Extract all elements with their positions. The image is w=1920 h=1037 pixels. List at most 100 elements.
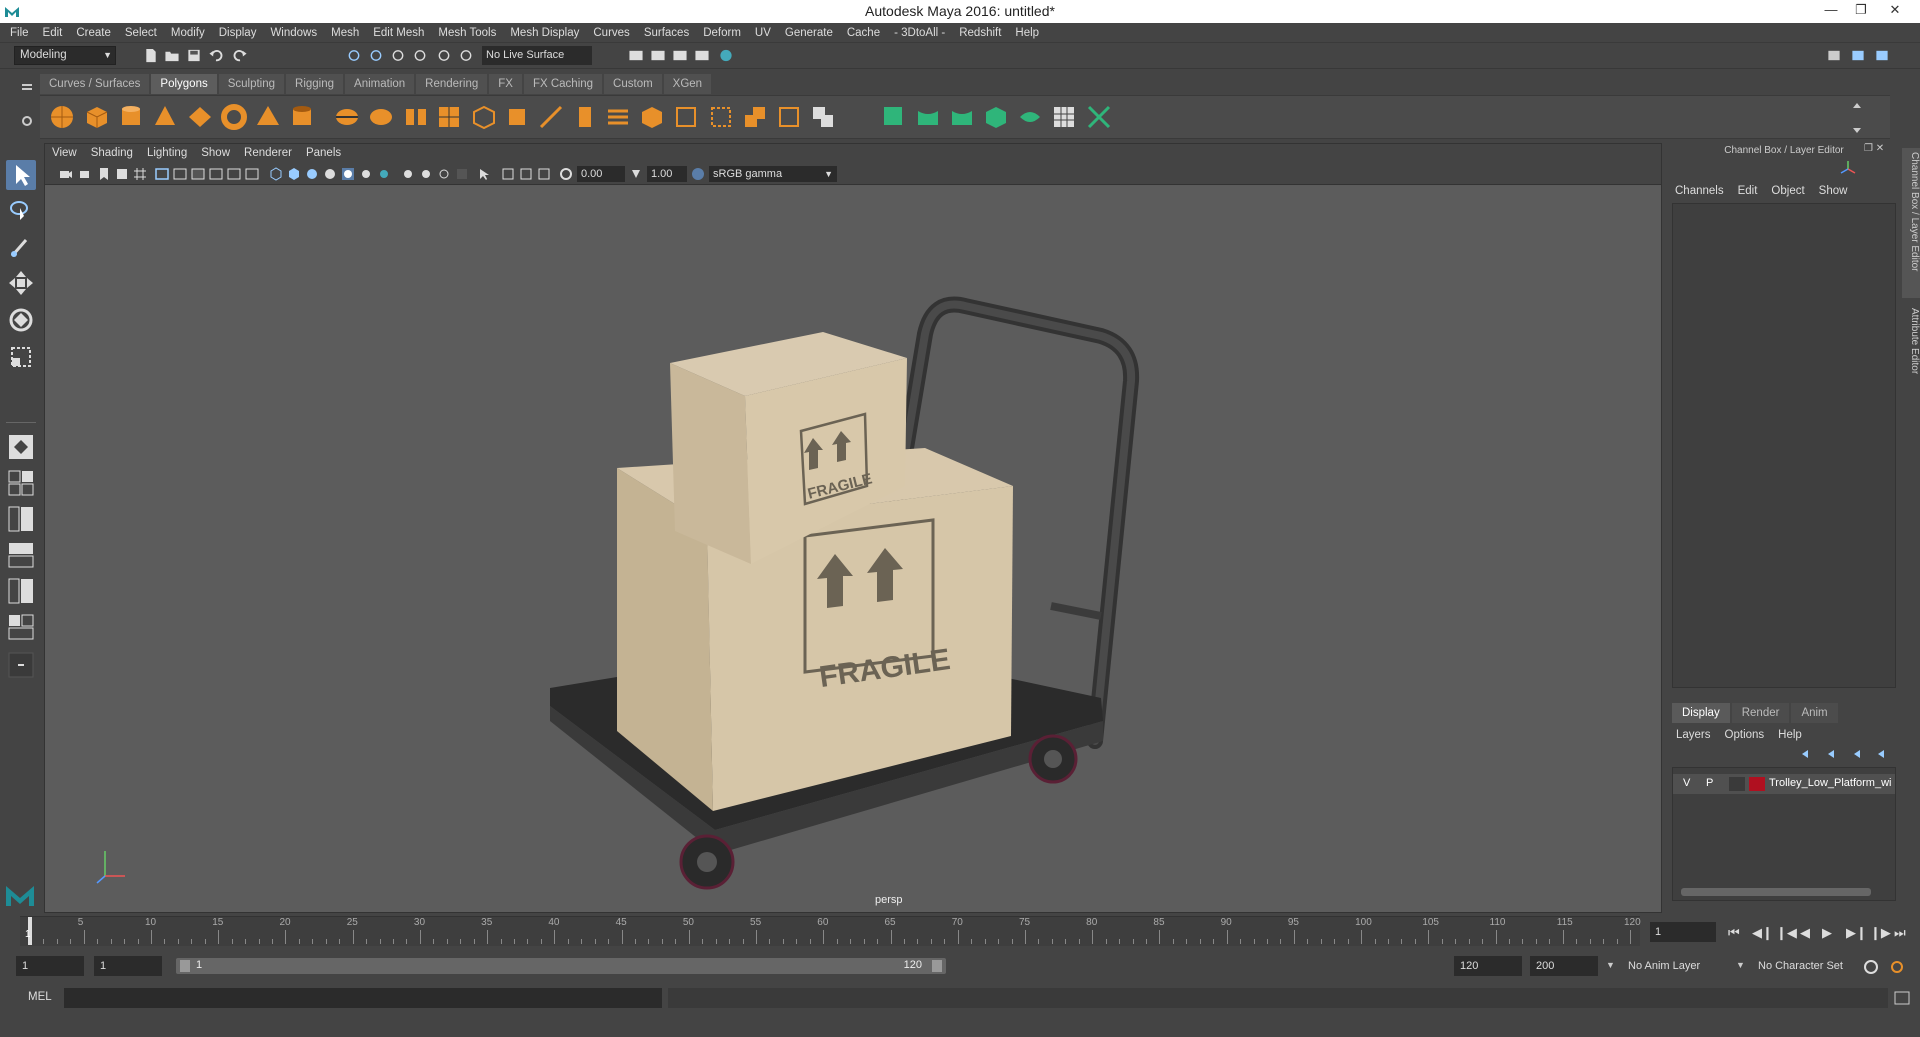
channel-box-area[interactable] <box>1672 203 1896 688</box>
grid-toggle-icon[interactable] <box>133 167 147 181</box>
uv-layout-icon[interactable] <box>1085 103 1113 131</box>
range-start-handle[interactable] <box>180 960 190 972</box>
poly-plane-icon[interactable] <box>186 103 214 131</box>
tab-anim[interactable]: Anim <box>1791 703 1838 723</box>
menu-mesh-tools[interactable]: Mesh Tools <box>431 23 503 43</box>
cb-menu-object[interactable]: Object <box>1764 183 1811 199</box>
menu-generate[interactable]: Generate <box>778 23 840 43</box>
extrude-icon[interactable] <box>503 103 531 131</box>
perspective-viewport[interactable]: FRAGILE FRAGILE persp <box>45 186 1661 912</box>
single-perspective-layout[interactable] <box>6 432 36 462</box>
shadows-icon[interactable] <box>359 167 373 181</box>
play-backward-icon[interactable]: ◀ <box>1800 925 1810 941</box>
vp-menu-lighting[interactable]: Lighting <box>140 144 194 163</box>
le-menu-options[interactable]: Options <box>1725 727 1779 743</box>
redo-icon[interactable] <box>232 48 248 63</box>
lasso-tool[interactable] <box>6 196 36 226</box>
playback-end-field[interactable]: 120 <box>1454 956 1522 976</box>
tab-rigging[interactable]: Rigging <box>286 74 344 94</box>
wireframe-on-shaded-icon[interactable] <box>305 167 319 181</box>
step-forward-icon[interactable]: ❙▶ <box>1870 925 1891 941</box>
shelf-scroll-icon[interactable] <box>1852 100 1862 136</box>
render-view-icon[interactable] <box>628 48 644 63</box>
tab-fx[interactable]: FX <box>489 74 522 94</box>
step-back-icon[interactable]: ◀❙ <box>1752 925 1773 941</box>
tab-display[interactable]: Display <box>1672 703 1730 723</box>
smooth-icon[interactable] <box>435 103 463 131</box>
menu-deform[interactable]: Deform <box>696 23 748 43</box>
poly-pipe-icon[interactable] <box>288 103 316 131</box>
menu-windows[interactable]: Windows <box>263 23 324 43</box>
minimize-icon[interactable]: — <box>1816 0 1846 20</box>
gamma-icon[interactable] <box>629 167 643 181</box>
attribute-editor-side-tab[interactable]: Attribute Editor <box>1902 304 1920 400</box>
auto-key-icon[interactable] <box>1862 958 1880 976</box>
new-scene-icon[interactable] <box>143 48 159 63</box>
menu-edit[interactable]: Edit <box>36 23 70 43</box>
open-scene-icon[interactable] <box>164 48 180 63</box>
save-scene-icon[interactable] <box>186 48 202 63</box>
range-end-handle[interactable] <box>932 960 942 972</box>
playback-start-field[interactable]: 1 <box>94 956 162 976</box>
undo-icon[interactable] <box>208 48 224 63</box>
select-component-icon[interactable] <box>390 48 406 63</box>
persp-outliner-layout[interactable] <box>6 504 36 534</box>
poly-cone-icon[interactable] <box>151 103 179 131</box>
xray-joints-icon[interactable] <box>501 167 515 181</box>
render-settings-icon[interactable] <box>694 48 710 63</box>
boolean-icon[interactable] <box>809 103 837 131</box>
menu-display[interactable]: Display <box>212 23 264 43</box>
select-tool[interactable] <box>6 160 36 190</box>
hypershade-icon[interactable] <box>718 48 734 63</box>
le-menu-layers[interactable]: Layers <box>1676 727 1725 743</box>
backface-culling-icon[interactable] <box>537 167 551 181</box>
cb-menu-channels[interactable]: Channels <box>1668 183 1731 199</box>
target-weld-icon[interactable] <box>707 103 735 131</box>
vp-menu-renderer[interactable]: Renderer <box>237 144 299 163</box>
menu-curves[interactable]: Curves <box>586 23 636 43</box>
bridge-icon[interactable] <box>604 103 632 131</box>
tab-rendering[interactable]: Rendering <box>416 74 488 94</box>
select-object-icon[interactable] <box>368 48 384 63</box>
step-forward-key-icon[interactable]: ▶❙ <box>1846 925 1867 941</box>
color-management-icon[interactable] <box>691 167 705 181</box>
gate-mask-icon[interactable] <box>191 167 205 181</box>
ipr-render-icon[interactable] <box>672 48 688 63</box>
screen-space-ao-icon[interactable] <box>377 167 391 181</box>
shelf-menu-icon[interactable] <box>20 80 34 94</box>
scale-tool[interactable] <box>6 342 36 372</box>
layer-scrollbar[interactable] <box>1681 888 1871 896</box>
unfold-uv-icon[interactable] <box>1016 103 1044 131</box>
outliner-toggle-icon[interactable] <box>1850 48 1866 63</box>
tab-xgen[interactable]: XGen <box>663 74 712 94</box>
layer-name[interactable]: Trolley_Low_Platform_wi <box>1769 777 1895 789</box>
custom-layout[interactable] <box>6 650 36 680</box>
menu-uv[interactable]: UV <box>748 23 778 43</box>
automatic-map-icon[interactable] <box>982 103 1010 131</box>
mirror-icon[interactable] <box>402 103 430 131</box>
channel-box-toggle-icon[interactable] <box>1874 48 1890 63</box>
le-menu-help[interactable]: Help <box>1778 727 1816 743</box>
command-input[interactable] <box>64 988 662 1008</box>
menu-select[interactable]: Select <box>118 23 164 43</box>
xray-active-icon[interactable] <box>519 167 533 181</box>
rotate-tool[interactable] <box>6 305 36 335</box>
menu-file[interactable]: File <box>0 23 36 43</box>
menu-3dtoall[interactable]: - 3DtoAll - <box>887 23 952 43</box>
menu-mesh[interactable]: Mesh <box>324 23 366 43</box>
persp-graph-layout[interactable] <box>6 540 36 570</box>
command-language-label[interactable]: MEL <box>28 991 52 1003</box>
snap-grid-icon[interactable] <box>412 48 428 63</box>
shelf-settings-icon[interactable] <box>20 114 34 128</box>
close-icon[interactable]: ✕ <box>1880 0 1910 20</box>
tab-fx-caching[interactable]: FX Caching <box>523 74 603 94</box>
xray-icon[interactable] <box>455 167 469 181</box>
range-slider[interactable]: 1 120 <box>176 958 946 974</box>
current-frame-field[interactable]: 1 <box>1650 922 1716 942</box>
separate-icon[interactable] <box>367 103 395 131</box>
time-slider[interactable]: 5 10 15 20 25 30 35 40 45 50 55 60 65 70 75 80 85 90 95 100… <box>20 916 1641 946</box>
vp-menu-panels[interactable]: Panels <box>299 144 348 163</box>
tab-custom[interactable]: Custom <box>604 74 662 94</box>
tab-sculpting[interactable]: Sculpting <box>218 74 285 94</box>
depth-of-field-icon[interactable] <box>437 167 451 181</box>
